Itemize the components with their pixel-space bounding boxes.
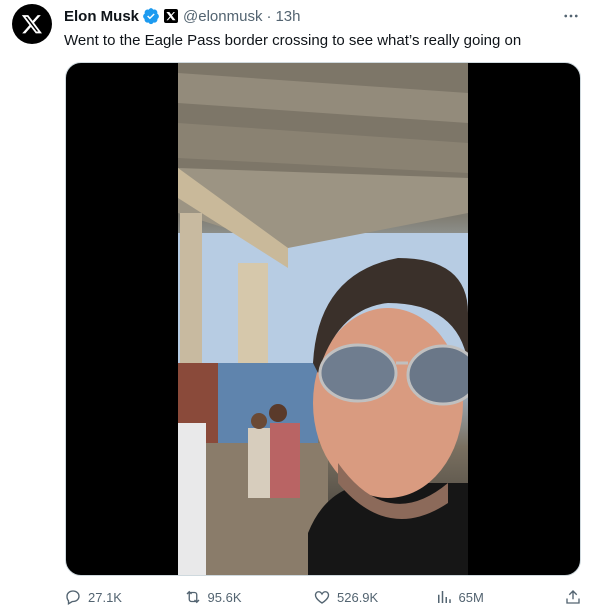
like-button[interactable]: 526.9K: [313, 588, 435, 606]
handle[interactable]: @elonmusk: [183, 8, 262, 25]
video-frame: [178, 63, 468, 575]
views-icon: [437, 591, 451, 603]
tweet-header: Elon Musk @elonmusk · 13h: [64, 6, 560, 26]
repost-count: 95.6K: [207, 589, 242, 605]
x-affiliate-badge-icon[interactable]: [164, 9, 179, 23]
video-player[interactable]: [65, 62, 581, 576]
view-count: 65M: [458, 589, 484, 605]
views-button[interactable]: 65M: [435, 588, 564, 606]
like-icon: [314, 591, 330, 604]
video-still: [178, 63, 468, 575]
avatar[interactable]: [12, 4, 52, 44]
repost-icon: [186, 590, 199, 604]
more-icon[interactable]: [560, 6, 582, 26]
reply-count: 27.1K: [88, 589, 122, 605]
action-bar: 27.1K 95.6K 526.9K 65M: [64, 584, 582, 610]
share-icon: [566, 590, 580, 604]
reply-icon: [66, 590, 80, 605]
timestamp[interactable]: 13h: [275, 8, 300, 25]
share-button[interactable]: [564, 588, 582, 606]
tweet-text: Went to the Eagle Pass border crossing t…: [64, 32, 522, 49]
reply-button[interactable]: 27.1K: [64, 588, 184, 606]
x-logo-icon: [21, 15, 42, 34]
separator: ·: [266, 7, 272, 25]
like-count: 526.9K: [337, 589, 379, 605]
tweet[interactable]: Elon Musk @elonmusk · 13h Went to the Ea…: [0, 0, 600, 616]
display-name[interactable]: Elon Musk: [64, 8, 139, 25]
repost-button[interactable]: 95.6K: [184, 588, 313, 606]
verified-badge-icon[interactable]: [142, 7, 160, 25]
